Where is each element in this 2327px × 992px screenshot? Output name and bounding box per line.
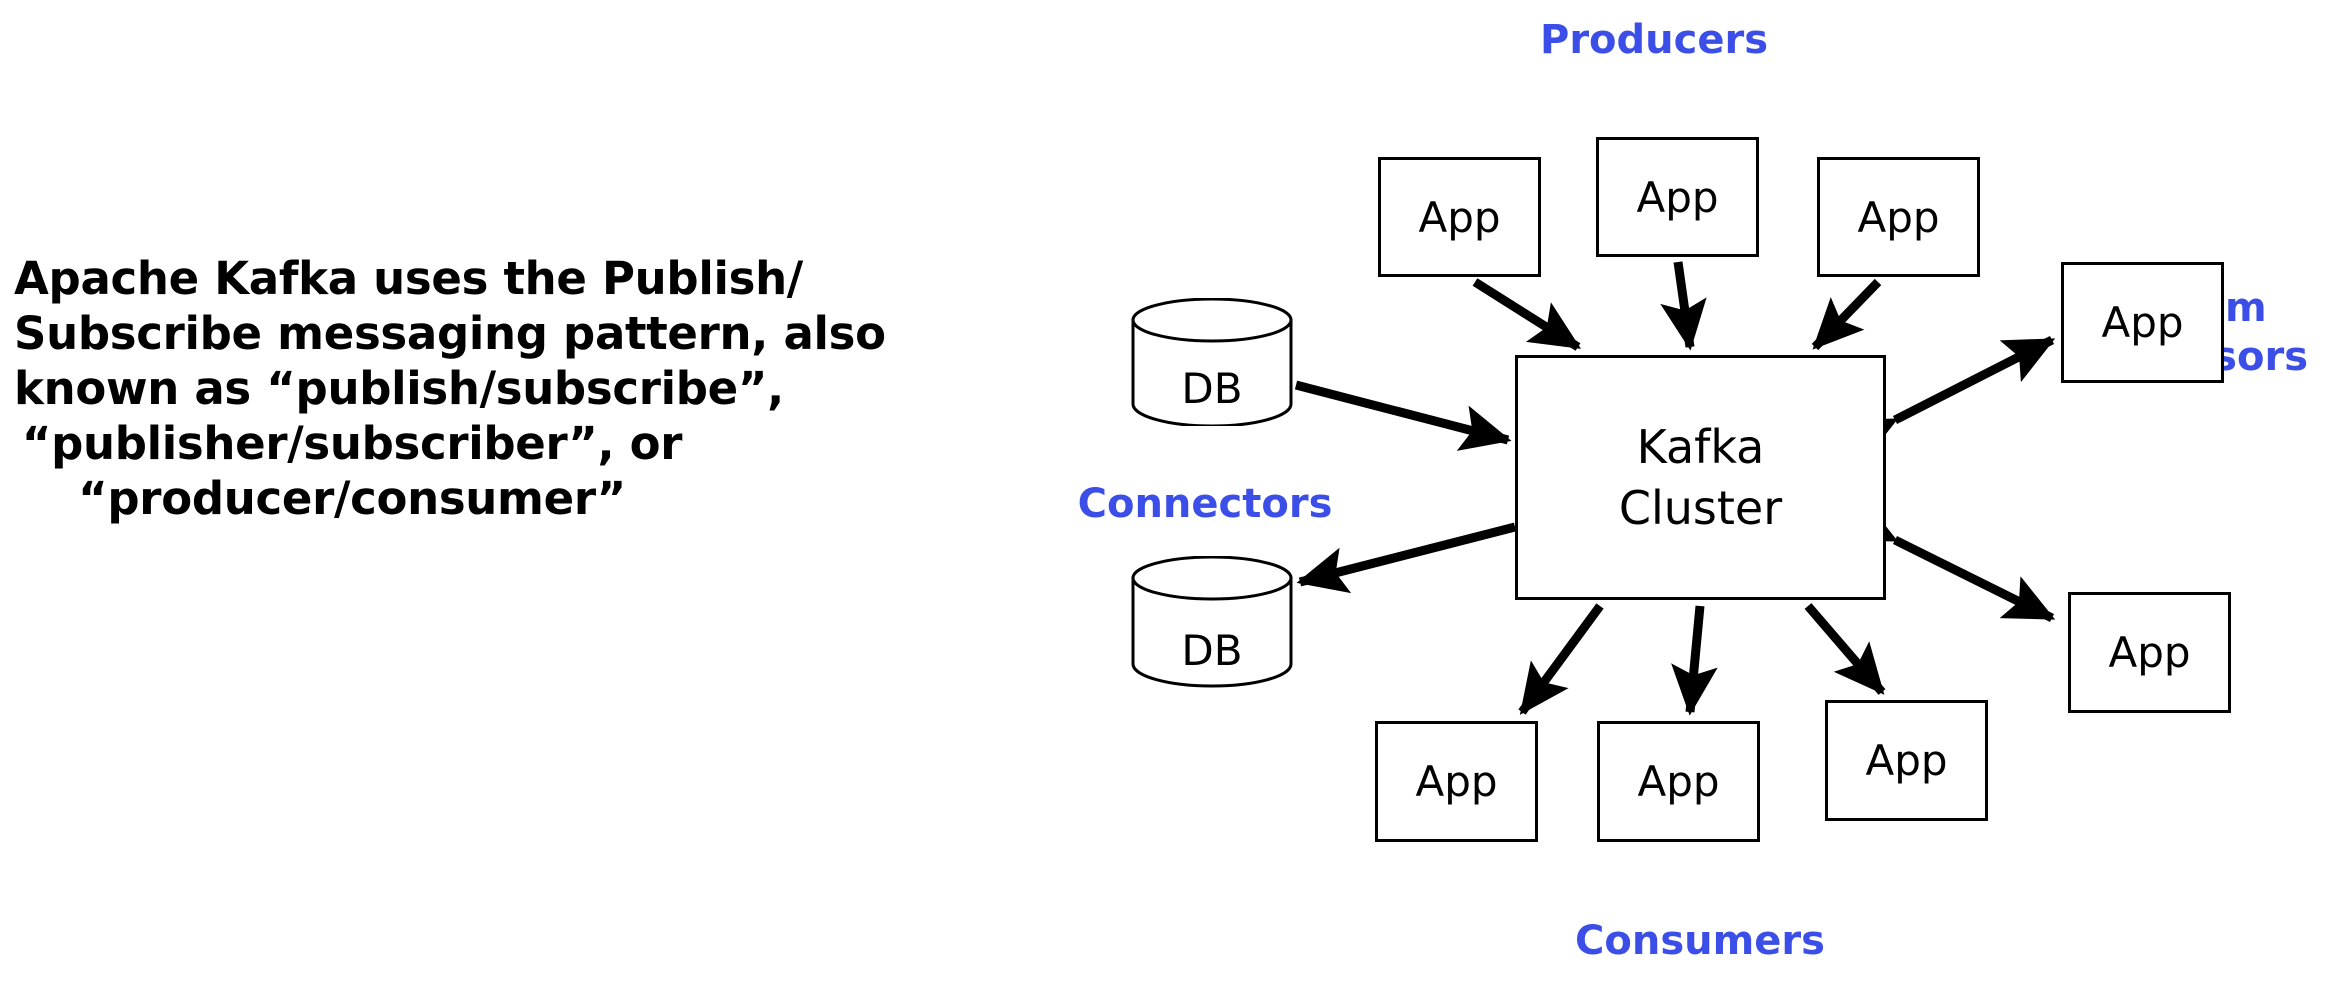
- kafka-cluster-label-line-2: Cluster: [1618, 480, 1783, 535]
- arrow-cluster-streamproc1: [1842, 335, 2056, 463]
- stream-processor-app-label-2: App: [2108, 628, 2191, 677]
- consumer-app-box-2[interactable]: App: [1597, 721, 1760, 842]
- stream-processor-app-box-1[interactable]: App: [2061, 262, 2224, 383]
- producer-app-box-3[interactable]: App: [1817, 157, 1980, 277]
- arrow-db1-to-cluster: [1294, 380, 1512, 451]
- connector-db-label-2: DB: [1181, 626, 1243, 675]
- producer-app-box-2[interactable]: App: [1596, 137, 1759, 257]
- consumer-app-box-1[interactable]: App: [1375, 721, 1538, 842]
- arrow-cluster-to-consumer3: [1804, 603, 1886, 695]
- section-label-consumers: Consumers: [1575, 918, 1825, 964]
- consumer-app-box-3[interactable]: App: [1825, 700, 1988, 821]
- arrow-producer1-to-cluster: [1472, 278, 1582, 351]
- section-label-producers: Producers: [1540, 17, 1769, 63]
- arrow-producer3-to-cluster: [1811, 278, 1882, 351]
- arrow-producer2-to-cluster: [1660, 261, 1707, 351]
- consumer-app-label-3: App: [1865, 736, 1948, 785]
- arrow-cluster-streamproc2: [1842, 498, 2056, 623]
- arrow-cluster-to-consumer2: [1671, 605, 1718, 716]
- stream-processor-app-label-1: App: [2101, 298, 2184, 347]
- connector-db-label-1: DB: [1181, 364, 1243, 413]
- connector-db-node-2[interactable]: DB: [1130, 556, 1294, 688]
- arrow-cluster-to-consumer1: [1518, 603, 1604, 715]
- section-label-connectors: Connectors: [1077, 481, 1333, 527]
- connector-db-node-1[interactable]: DB: [1130, 298, 1294, 426]
- arrow-cluster-to-db2: [1296, 522, 1517, 594]
- producer-app-box-1[interactable]: App: [1378, 157, 1541, 277]
- consumer-app-label-1: App: [1415, 757, 1498, 806]
- consumer-app-label-2: App: [1637, 757, 1720, 806]
- producer-app-label-3: App: [1857, 192, 1940, 242]
- kafka-cluster-box[interactable]: Kafka Cluster: [1515, 355, 1886, 600]
- producer-app-label-2: App: [1636, 172, 1719, 222]
- producer-app-label-1: App: [1418, 192, 1501, 242]
- stream-processor-app-box-2[interactable]: App: [2068, 592, 2231, 713]
- slide-canvas: Apache Kafka uses the Publish/ Subscribe…: [0, 0, 2327, 992]
- kafka-cluster-label-line-1: Kafka: [1636, 419, 1765, 474]
